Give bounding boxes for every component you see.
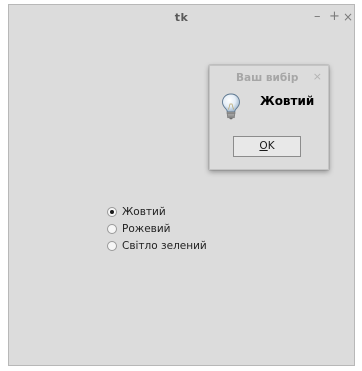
maximize-button[interactable]: +	[329, 9, 340, 25]
color-radio-group: Жовтий Рожевий Світло зелений	[107, 203, 207, 254]
radio-button-checked[interactable]	[107, 206, 117, 217]
dialog-close-icon[interactable]: ×	[313, 70, 322, 83]
dialog-message: Жовтий	[260, 94, 315, 108]
radio-button[interactable]	[107, 223, 117, 234]
window-titlebar[interactable]: tk – + ×	[9, 5, 354, 31]
radio-option-pink[interactable]: Рожевий	[107, 220, 207, 237]
ok-button-mnemonic: O	[259, 140, 268, 152]
ok-button[interactable]: OK	[233, 136, 301, 157]
radio-option-yellow[interactable]: Жовтий	[107, 203, 207, 220]
radio-label: Жовтий	[122, 205, 166, 218]
dialog-title: Ваш вибір	[236, 72, 299, 84]
ok-button-label-rest: K	[267, 140, 275, 152]
radio-label: Рожевий	[122, 222, 171, 235]
main-window: tk – + × Жовтий Рожевий Світло зелений	[8, 4, 355, 366]
radio-label: Світло зелений	[122, 239, 207, 252]
info-dialog: Ваш вибір × Жовтий OK	[209, 65, 329, 170]
close-button[interactable]: ×	[343, 9, 353, 25]
window-title: tk	[174, 11, 189, 24]
radio-button[interactable]	[107, 240, 117, 251]
lightbulb-icon	[222, 93, 240, 120]
minimize-button[interactable]: –	[314, 9, 321, 25]
radio-option-light-green[interactable]: Світло зелений	[107, 237, 207, 254]
